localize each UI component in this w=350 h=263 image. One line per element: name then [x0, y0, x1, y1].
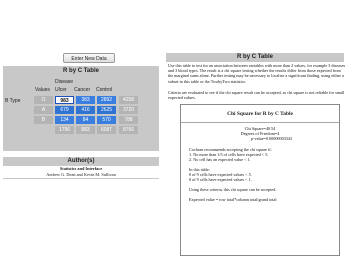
- p-value: p-value=0.00000003343: [251, 136, 293, 141]
- enter-new-data-button[interactable]: Enter New Data: [63, 53, 115, 63]
- r-by-c-table-panel: R by C Table Disease Values Ulcer Cancer…: [3, 66, 159, 151]
- chi-square-result-box: Chi Square for R by C Table Chi Square=4…: [180, 104, 340, 256]
- intro-paragraph: Use this table to test for an associatio…: [168, 63, 346, 84]
- cell-a-cancer[interactable]: 416: [76, 106, 95, 114]
- authors-box: Statistics and Interface Andrew G. Dean …: [3, 166, 159, 178]
- authors-names: Andrew G. Dean and Kevin M. Sullivan: [46, 172, 116, 177]
- row-label-o: O: [34, 96, 53, 104]
- row-total-b: 788: [119, 116, 138, 124]
- col-total-cancer: 883: [76, 126, 95, 134]
- cell-a-ulcer[interactable]: 679: [55, 106, 74, 114]
- btype-label: B Type: [5, 98, 21, 104]
- disease-label: Disease: [55, 79, 74, 85]
- column-header-cancer: Cancer: [74, 87, 91, 93]
- expected-value-formula: Expected value = row total*column total/…: [189, 197, 277, 202]
- cell-b-cancer[interactable]: 84: [76, 116, 95, 124]
- result-2: 0 of 9 cells have expected values < 1.: [189, 177, 252, 182]
- column-header-control: Control: [96, 87, 113, 93]
- grand-total: 8766: [119, 126, 138, 134]
- row-total-a: 3720: [119, 106, 138, 114]
- divider: [181, 122, 339, 123]
- condition-2: 2. No cell has an expected value < 1.: [189, 157, 251, 162]
- right-panel-title: R by C Table: [166, 53, 344, 62]
- authors-panel: Author(s) Statistics and Interface Andre…: [3, 157, 159, 179]
- cell-b-ulcer[interactable]: 134: [55, 116, 74, 124]
- row-total-o: 4258: [119, 96, 138, 104]
- cell-b-control[interactable]: 570: [97, 116, 116, 124]
- column-header-ulcer: Ulcer: [55, 87, 67, 93]
- acceptance-text: Using these criteria, this chi square ca…: [189, 187, 277, 192]
- cell-a-control[interactable]: 2625: [97, 106, 116, 114]
- table-title: R by C Table: [63, 68, 99, 74]
- col-total-ulcer: 1796: [55, 126, 74, 134]
- cell-o-ulcer[interactable]: 983: [55, 96, 74, 104]
- result-heading: Chi Square for R by C Table: [227, 111, 293, 117]
- cell-o-cancer[interactable]: 383: [76, 96, 95, 104]
- values-label: Values: [35, 87, 50, 93]
- col-total-control: 6087: [97, 126, 116, 134]
- row-label-a: A: [34, 106, 53, 114]
- cell-o-control[interactable]: 2892: [97, 96, 116, 104]
- authors-title: Author(s): [67, 158, 95, 164]
- criteria-paragraph: Criteria are evaluated to see if the chi…: [168, 90, 345, 101]
- row-label-b: B: [34, 116, 53, 124]
